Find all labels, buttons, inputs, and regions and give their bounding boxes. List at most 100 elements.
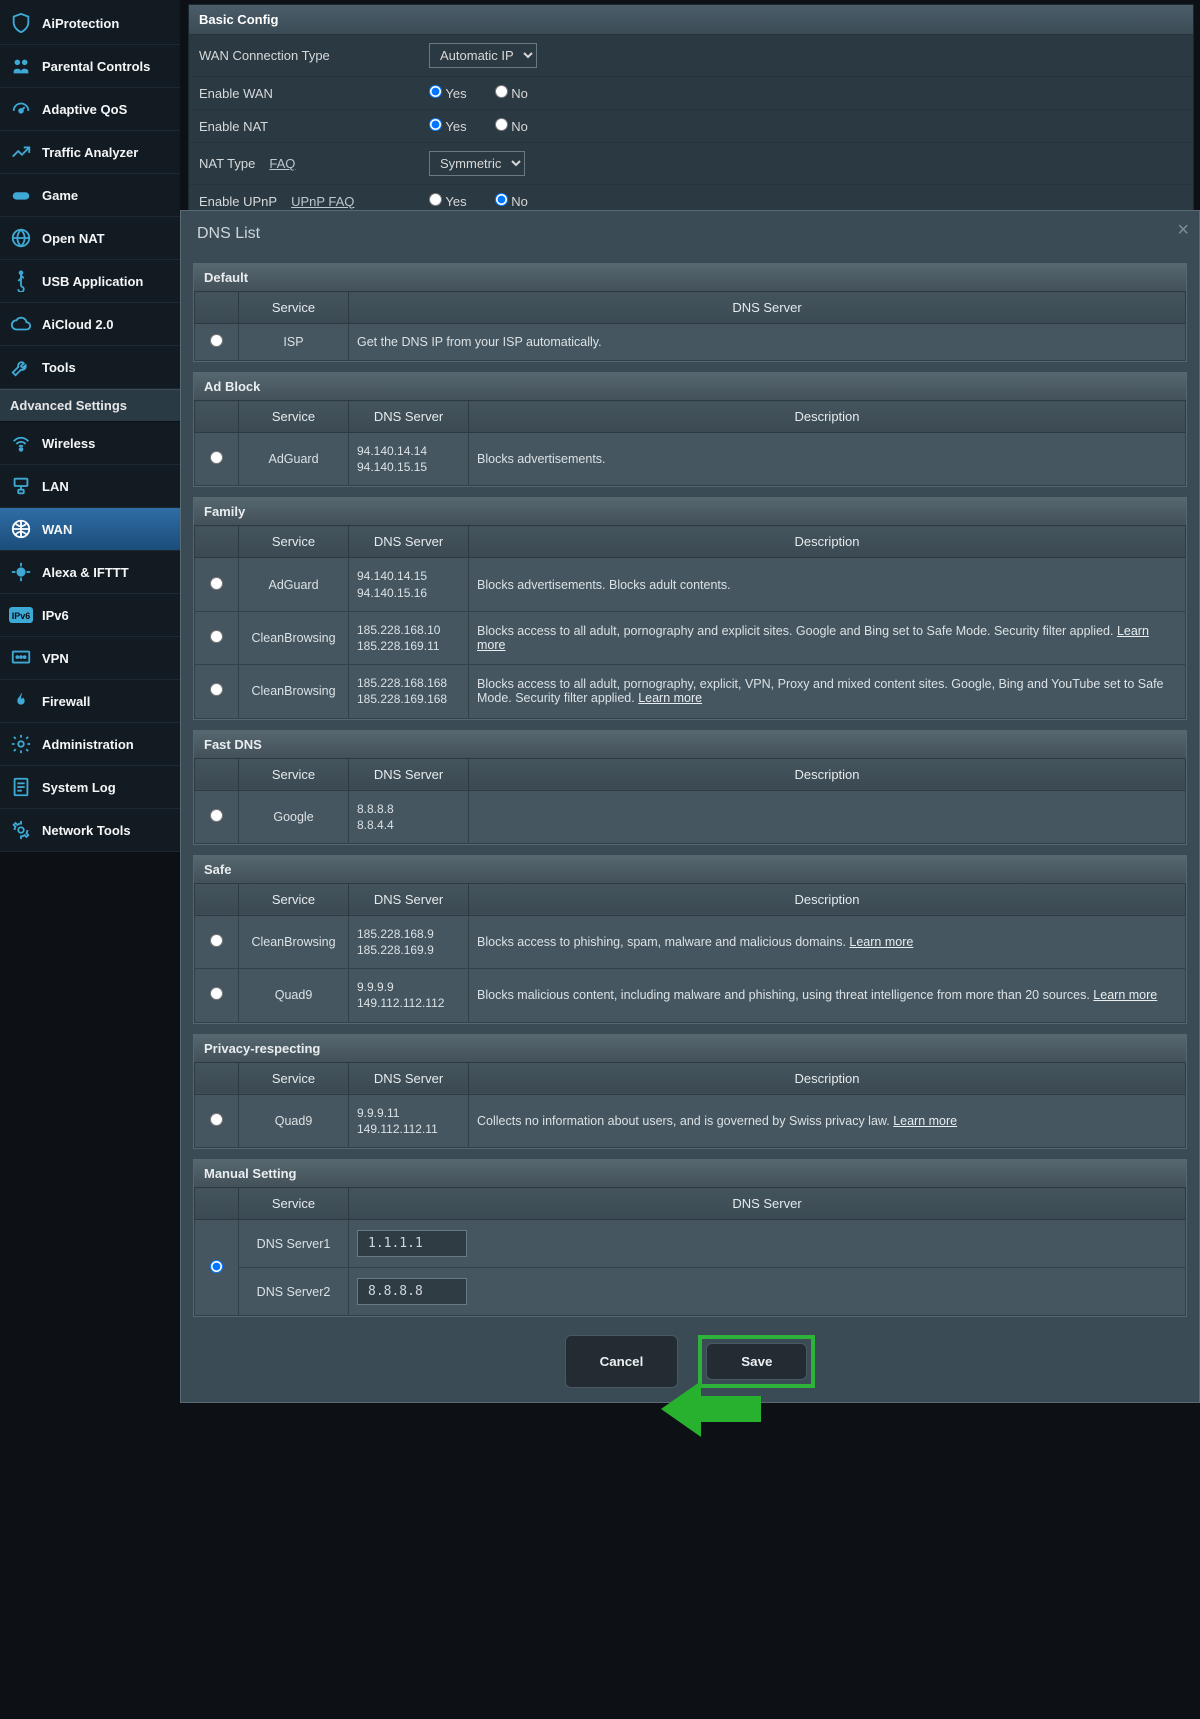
dns-section-ad-block: Ad BlockServiceDNS ServerDescriptionAdGu… [193,372,1187,487]
dns-section-safe: SafeServiceDNS ServerDescriptionCleanBro… [193,855,1187,1024]
dns-cell: Get the DNS IP from your ISP automatical… [349,324,1186,361]
enable-upnp-no[interactable] [495,193,508,206]
dns-cell: 185.228.168.9185.228.169.9 [349,915,469,968]
sidebar-item-open-nat[interactable]: Open NAT [0,217,180,260]
desc-cell: Blocks access to all adult, pornography,… [469,665,1186,718]
dns-radio[interactable] [210,683,223,696]
learn-more-link[interactable]: Learn more [477,624,1149,652]
sidebar-item-network-tools[interactable]: Network Tools [0,809,180,852]
sidebar-item-aiprotection[interactable]: AiProtection [0,2,180,45]
sidebar-item-label: System Log [42,780,116,795]
sidebar-item-wan[interactable]: WAN [0,508,180,551]
learn-more-link[interactable]: Learn more [849,935,913,949]
nat-faq-link[interactable]: FAQ [269,156,295,171]
sidebar-item-aicloud-2-0[interactable]: AiCloud 2.0 [0,303,180,346]
dns-server2-input[interactable] [357,1278,467,1305]
service-cell: Google [239,790,349,843]
cloud-icon [8,313,34,335]
sidebar-item-label: USB Application [42,274,143,289]
sidebar-item-parental-controls[interactable]: Parental Controls [0,45,180,88]
sidebar-item-label: AiProtection [42,16,119,31]
enable-wan-no[interactable] [495,85,508,98]
sidebar-item-system-log[interactable]: System Log [0,766,180,809]
manual-setting-header: Manual Setting [194,1160,1186,1187]
enable-wan-yes[interactable] [429,85,442,98]
table-row: ISPGet the DNS IP from your ISP automati… [195,324,1186,361]
enable-nat-yes[interactable] [429,118,442,131]
nat-type-select[interactable]: Symmetric [429,151,525,176]
dns-radio[interactable] [210,987,223,1000]
desc-cell: Blocks access to all adult, pornography … [469,611,1186,664]
table-row: Quad99.9.9.11149.112.112.11Collects no i… [195,1094,1186,1147]
sidebar-item-label: Administration [42,737,134,752]
dns-cell: 185.228.168.168185.228.169.168 [349,665,469,718]
usb-icon [8,270,34,292]
desc-cell: Collects no information about users, and… [469,1094,1186,1147]
dns-radio[interactable] [210,630,223,643]
sidebar-item-adaptive-qos[interactable]: Adaptive QoS [0,88,180,131]
manual-radio[interactable] [210,1260,223,1273]
sidebar-item-vpn[interactable]: VPN [0,637,180,680]
dns-section-fast-dns: Fast DNSServiceDNS ServerDescriptionGoog… [193,730,1187,845]
upnp-faq-link[interactable]: UPnP FAQ [291,194,354,209]
table-row: AdGuard94.140.14.1494.140.15.15Blocks ad… [195,433,1186,486]
dns-server1-input[interactable] [357,1230,467,1257]
close-icon[interactable]: × [1177,219,1189,242]
table-row: CleanBrowsing185.228.168.9185.228.169.9B… [195,915,1186,968]
enable-upnp-yes[interactable] [429,193,442,206]
sidebar-item-administration[interactable]: Administration [0,723,180,766]
sidebar-item-lan[interactable]: LAN [0,465,180,508]
desc-cell: Blocks advertisements. Blocks adult cont… [469,558,1186,611]
vpn-icon [8,647,34,669]
dns-cell: 9.9.9.11149.112.112.11 [349,1094,469,1147]
section-header: Ad Block [194,373,1186,400]
dns-section-default: DefaultServiceDNS ServerISPGet the DNS I… [193,263,1187,362]
basic-config-title: Basic Config [189,5,1193,35]
shield-icon [8,12,34,34]
sidebar-item-label: Alexa & IFTTT [42,565,129,580]
dns-cell: 94.140.14.1594.140.15.16 [349,558,469,611]
sidebar-item-tools[interactable]: Tools [0,346,180,389]
chart-icon [8,141,34,163]
dns-cell: 185.228.168.10185.228.169.11 [349,611,469,664]
learn-more-link[interactable]: Learn more [893,1114,957,1128]
enable-nat-no[interactable] [495,118,508,131]
dns-cell: 9.9.9.9149.112.112.112 [349,969,469,1022]
enable-wan-label: Enable WAN [199,86,429,101]
dns-radio[interactable] [210,1113,223,1126]
sidebar-item-game[interactable]: Game [0,174,180,217]
learn-more-link[interactable]: Learn more [1093,988,1157,1002]
save-button[interactable]: Save [706,1343,807,1380]
sidebar-item-wireless[interactable]: Wireless [0,422,180,465]
dns-radio[interactable] [210,577,223,590]
desc-cell: Blocks advertisements. [469,433,1186,486]
dns-radio[interactable] [210,334,223,347]
wifi-icon [8,432,34,454]
dns-radio[interactable] [210,451,223,464]
lan-icon [8,475,34,497]
cancel-button[interactable]: Cancel [565,1335,679,1388]
log-icon [8,776,34,798]
firewall-icon [8,690,34,712]
sidebar-item-alexa-ifttt[interactable]: Alexa & IFTTT [0,551,180,594]
dns-radio[interactable] [210,809,223,822]
enable-nat-label: Enable NAT [199,119,429,134]
dns-radio[interactable] [210,934,223,947]
dns-server1-label: DNS Server1 [239,1220,349,1268]
ipv6-icon: IPv6 [8,604,34,626]
service-cell: CleanBrowsing [239,611,349,664]
sidebar-item-label: Wireless [42,436,95,451]
sidebar-item-traffic-analyzer[interactable]: Traffic Analyzer [0,131,180,174]
sidebar-item-ipv6[interactable]: IPv6IPv6 [0,594,180,637]
sidebar-item-usb-application[interactable]: USB Application [0,260,180,303]
sidebar-item-firewall[interactable]: Firewall [0,680,180,723]
manual-th-dns: DNS Server [349,1188,1186,1220]
section-header: Default [194,264,1186,291]
globe-icon [8,227,34,249]
gear-icon [8,733,34,755]
wan-type-select[interactable]: Automatic IP [429,43,537,68]
sidebar-item-label: VPN [42,651,69,666]
table-row: CleanBrowsing185.228.168.168185.228.169.… [195,665,1186,718]
table-row: Quad99.9.9.9149.112.112.112Blocks malici… [195,969,1186,1022]
learn-more-link[interactable]: Learn more [638,691,702,705]
